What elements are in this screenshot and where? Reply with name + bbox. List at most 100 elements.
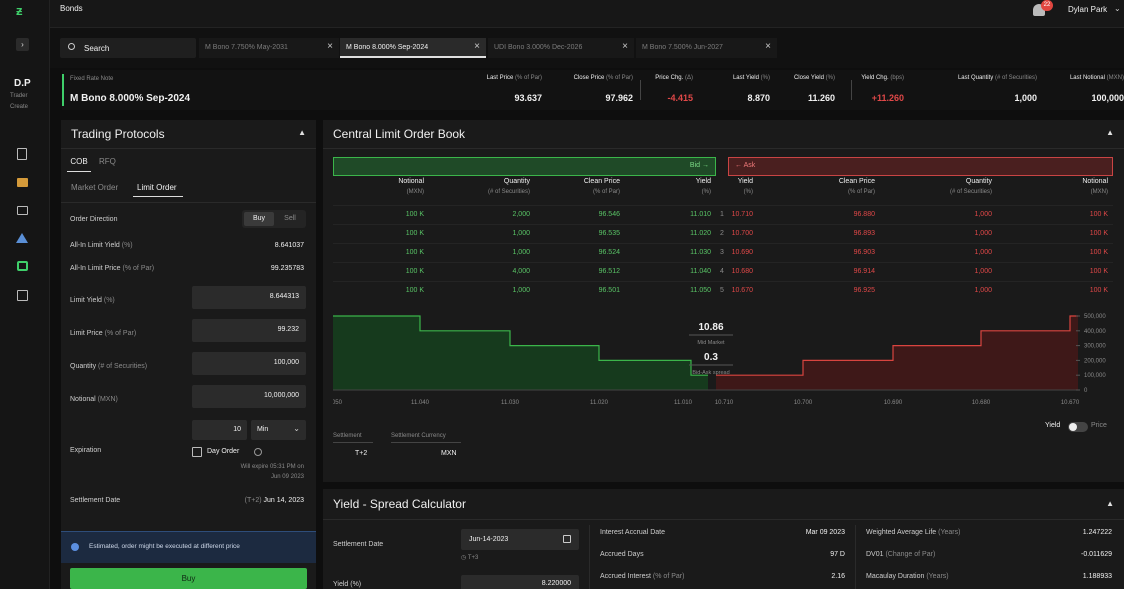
summary-field-value: 93.637 [514,93,542,103]
ask-cell: 96.880 [853,211,875,218]
allin-yield-value: 8.641037 [274,242,304,249]
calc-mid-value: 2.16 [831,573,845,580]
document-icon[interactable] [17,148,27,160]
calc-settlement-value: Jun-14-2023 [469,536,509,543]
bid-column-header: Quantity (# of Securities) [440,178,530,195]
allin-yield-unit: (%) [121,242,133,249]
close-icon[interactable]: × [622,41,628,52]
user-name[interactable]: Dylan Park [1068,5,1107,14]
instrument-tab[interactable]: M Bono 7.750% May-2031 × [199,38,339,58]
column-title: Notional [398,178,424,185]
y-tick-label: 300,000 [1084,344,1106,350]
user-role: Trader [10,93,28,99]
calc-mid-label-text: Interest Accrual Date [600,529,665,536]
chevron-down-icon[interactable]: ⌄ [1114,4,1121,13]
tab-limit-order[interactable]: Limit Order [137,183,177,192]
close-icon[interactable]: × [474,41,480,52]
expand-icon[interactable]: › [16,38,29,51]
clock-icon: ◷ [461,555,467,561]
estimate-notice: Estimated, order might be executed at di… [61,531,316,563]
tab-rfq[interactable]: RFQ [99,157,116,166]
summary-field-label: Last Price (% of Par) [487,75,542,81]
spread-value: 0.3 [704,352,718,363]
divider [333,442,373,443]
quantity-input[interactable]: 100,000 [192,352,306,375]
search-box[interactable]: Search [60,38,196,58]
wallet-icon[interactable] [17,178,28,187]
order-book-row[interactable]: 100 K 1,000 96.501 11.050 5 10.670 96.925 1,000… [333,281,1113,300]
instrument-summary: Fixed Rate Note M Bono 8.000% Sep-2024 L… [62,70,1124,110]
order-book-row[interactable]: 100 K 2,000 96.546 11.010 1 10.710 96.880 1,000… [333,205,1113,224]
calc-mid-value: 97 D [830,551,845,558]
bank-icon[interactable] [17,261,28,271]
bid-header-bar: Bid → [333,157,716,176]
collapse-icon[interactable]: ▲ [298,128,306,137]
calculator-icon[interactable] [17,290,28,301]
collapse-icon[interactable]: ▲ [1106,128,1114,137]
instrument-tab[interactable]: UDI Bono 3.000% Dec-2026 × [488,38,634,58]
notional-unit: (MXN) [97,396,118,403]
summary-field-label: Yield Chg. (bps) [861,75,904,81]
day-order-checkbox[interactable] [192,447,202,457]
ask-cell: 1,000 [974,230,992,237]
yield-price-toggle[interactable] [1068,422,1088,432]
x-tick-label: 11.010 [674,400,693,406]
bid-cell: 96.501 [598,287,620,294]
bid-cell: 1,000 [512,287,530,294]
ask-cell: 96.893 [853,230,875,237]
limit-price-label-text: Limit Price [70,330,103,337]
calc-mid-label: Interest Accrual Date [600,529,665,536]
bid-cell: 96.512 [598,268,620,275]
ask-cell: 96.914 [853,268,875,275]
summary-field-name: Price Chg. [655,75,684,81]
column-title: Clean Price [583,178,620,185]
summary-field-unit: (% of Par) [605,75,633,81]
triangle-icon[interactable] [16,233,28,243]
calc-yield-input[interactable]: 8.220000 [461,575,579,589]
order-book-row[interactable]: 100 K 4,000 96.512 11.040 4 10.680 96.914 1,000… [333,262,1113,281]
limit-price-unit: (% of Par) [104,330,137,337]
calc-title: Yield - Spread Calculator [333,497,466,511]
user-initials: D.P [14,78,31,89]
sell-toggle[interactable]: Sell [276,212,304,226]
order-book-row[interactable]: 100 K 1,000 96.524 11.030 3 10.690 96.903 1,000… [333,243,1113,262]
collapse-icon[interactable]: ▲ [1106,499,1114,508]
yield-spread-calculator: Yield - Spread Calculator ▲ Settlement D… [323,489,1124,589]
calc-right-label-text: DV01 [866,551,884,558]
column-unit: (# of Securities) [487,189,530,195]
x-tick-label: 11.050 [333,400,343,406]
calc-settlement-input[interactable]: Jun-14-2023 [461,529,579,550]
bid-cell: 4,000 [512,268,530,275]
ask-cell: 10.700 [731,230,753,237]
x-tick-label: 11.030 [501,400,520,406]
tab-label: M Bono 8.000% Sep-2024 [346,44,429,51]
limit-price-input[interactable]: 99.232 [192,319,306,342]
monitor-icon[interactable] [17,206,28,215]
tab-cob[interactable]: COB [69,157,89,166]
ask-cell: 1,000 [974,249,992,256]
bid-cell: 100 K [405,268,424,275]
notional-input[interactable]: 10,000,000 [192,385,306,408]
bid-cell: 96.535 [598,230,620,237]
expiry-value-field[interactable]: 10 [192,420,247,440]
bid-label-text: Bid [689,162,701,169]
buy-submit-button[interactable]: Buy [70,568,307,589]
instrument-tab[interactable]: M Bono 8.000% Sep-2024 × [340,38,486,58]
limit-yield-unit: (%) [103,297,115,304]
ask-column-header: Quantity (# of Securities) [902,178,992,195]
quantity-value: 100,000 [273,359,299,366]
order-book-row[interactable]: 100 K 1,000 96.535 11.020 2 10.700 96.893 1,000… [333,224,1113,243]
summary-field-value: -4.415 [667,93,693,103]
buy-toggle[interactable]: Buy [244,212,274,226]
info-icon[interactable] [254,448,262,456]
summary-field-unit: (MXN) [1106,75,1124,81]
tab-market-order[interactable]: Market Order [71,183,118,192]
close-icon[interactable]: × [765,41,771,52]
expiry-unit-select[interactable]: Min ⌄ [251,420,306,440]
allin-price-value: 99.235783 [270,265,304,272]
instrument-tab[interactable]: M Bono 7.500% Jun-2027 × [636,38,777,58]
limit-yield-input[interactable]: 8.644313 [192,286,306,309]
close-icon[interactable]: × [327,41,333,52]
tab-label: M Bono 7.750% May-2031 [205,44,288,51]
bid-column-header: Notional (MXN) [334,178,424,195]
